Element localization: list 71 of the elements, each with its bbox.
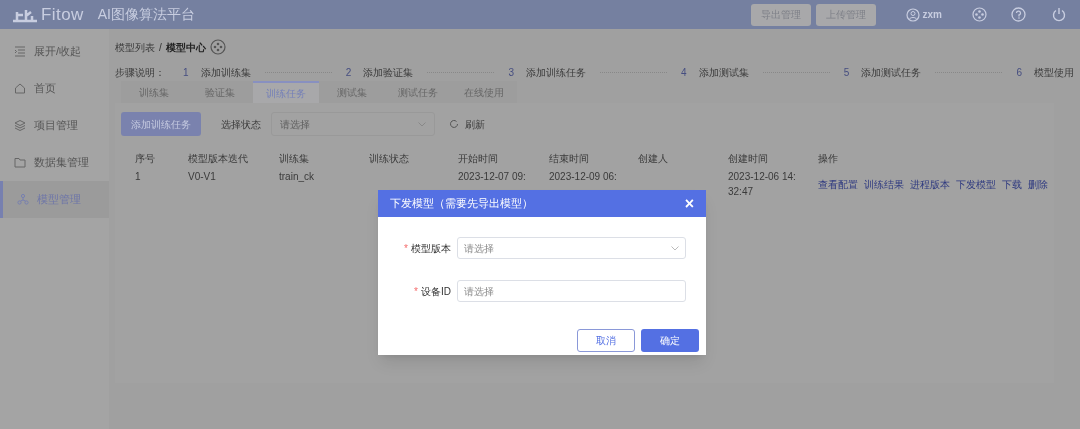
sidebar-item[interactable]: 首页 bbox=[0, 70, 109, 107]
status-select[interactable]: 请选择 bbox=[271, 112, 435, 136]
menu-icon bbox=[14, 45, 26, 58]
column-header: 序号 bbox=[135, 152, 155, 164]
column-header: 模型版本迭代 bbox=[188, 152, 248, 164]
confirm-button[interactable]: 确定 bbox=[641, 329, 699, 352]
username[interactable]: zxm bbox=[922, 7, 942, 22]
step-label: 添加训练集 bbox=[200, 65, 251, 80]
table-cell: 2023-12-06 14: 32:47 bbox=[728, 171, 796, 197]
column-header: 操作 bbox=[818, 152, 838, 164]
folder-icon bbox=[14, 156, 26, 169]
sidebar-item[interactable]: 数据集管理 bbox=[0, 144, 109, 181]
chevron-down-icon bbox=[671, 245, 679, 251]
table-cell: 2023-12-09 06: bbox=[549, 171, 617, 182]
step-label: 添加测试集 bbox=[698, 65, 749, 80]
close-button[interactable]: × bbox=[684, 195, 694, 212]
field-label: 设备ID bbox=[421, 284, 451, 299]
required-mark: * bbox=[404, 241, 408, 256]
device-id-field[interactable]: 请选择 bbox=[457, 280, 686, 302]
action-link[interactable]: 下发模型 bbox=[956, 177, 996, 192]
model-version-select[interactable]: 请选择 bbox=[457, 237, 686, 259]
table-cell: V0-V1 bbox=[188, 171, 216, 182]
add-task-button[interactable]: 添加训练任务 bbox=[121, 112, 201, 136]
sidebar-item[interactable]: 项目管理 bbox=[0, 107, 109, 144]
step-label: 添加验证集 bbox=[363, 65, 414, 80]
breadcrumb-separator: / bbox=[159, 40, 162, 55]
refresh-icon[interactable] bbox=[449, 119, 459, 129]
step-label: 添加训练任务 bbox=[525, 65, 586, 80]
refresh-button[interactable]: 刷新 bbox=[465, 116, 485, 132]
step-number: 3 bbox=[508, 65, 514, 80]
column-header: 开始时间 bbox=[458, 152, 498, 164]
table-cell: train_ck bbox=[279, 171, 314, 182]
column-header: 创建人 bbox=[638, 152, 668, 164]
app-title: AI图像算法平台 bbox=[97, 5, 195, 24]
step-number: 2 bbox=[345, 65, 352, 80]
breadcrumb-item[interactable]: 模型列表 bbox=[115, 39, 155, 55]
chevron-down-icon bbox=[418, 121, 426, 127]
table-cell: 1 bbox=[135, 171, 141, 182]
table-cell: 2023-12-07 09: bbox=[458, 171, 526, 182]
power-icon[interactable] bbox=[1052, 7, 1066, 22]
action-link[interactable]: 训练结果 bbox=[864, 177, 904, 192]
step-label: 添加测试任务 bbox=[861, 65, 922, 80]
layers-icon bbox=[14, 119, 26, 132]
action-link[interactable]: 删除 bbox=[1028, 177, 1048, 192]
field-label: 模型版本 bbox=[411, 241, 451, 256]
modal-title: 下发模型（需要先导出模型） bbox=[390, 196, 533, 212]
step-number: 4 bbox=[681, 65, 687, 80]
action-link[interactable]: 查看配置 bbox=[818, 177, 858, 192]
action-link[interactable]: 下载 bbox=[1002, 177, 1022, 192]
sidebar-item[interactable]: 展开/收起 bbox=[0, 33, 109, 70]
column-header: 结束时间 bbox=[549, 152, 589, 164]
user-icon[interactable] bbox=[905, 7, 920, 22]
logo-text: Fitow bbox=[41, 3, 84, 26]
steps-label: 步骤说明： bbox=[115, 65, 165, 80]
filter-label: 选择状态 bbox=[221, 117, 261, 132]
model-icon bbox=[209, 39, 226, 55]
cancel-button[interactable]: 取消 bbox=[577, 329, 635, 352]
step-number: 5 bbox=[843, 65, 850, 80]
column-header: 训练状态 bbox=[369, 152, 409, 164]
hierarchy-icon bbox=[17, 193, 29, 206]
breadcrumb-item: 模型中心 bbox=[165, 40, 206, 55]
step-label: 模型使用 bbox=[1034, 65, 1074, 80]
action-link[interactable]: 进程版本 bbox=[910, 177, 950, 192]
home-icon bbox=[14, 82, 26, 95]
required-mark: * bbox=[414, 284, 418, 299]
step-number: 6 bbox=[1016, 65, 1022, 80]
model-icon[interactable] bbox=[972, 7, 987, 22]
column-header: 创建时间 bbox=[728, 152, 768, 164]
help-icon[interactable] bbox=[1011, 7, 1026, 22]
column-header: 训练集 bbox=[279, 152, 309, 164]
step-number: 1 bbox=[183, 65, 189, 80]
